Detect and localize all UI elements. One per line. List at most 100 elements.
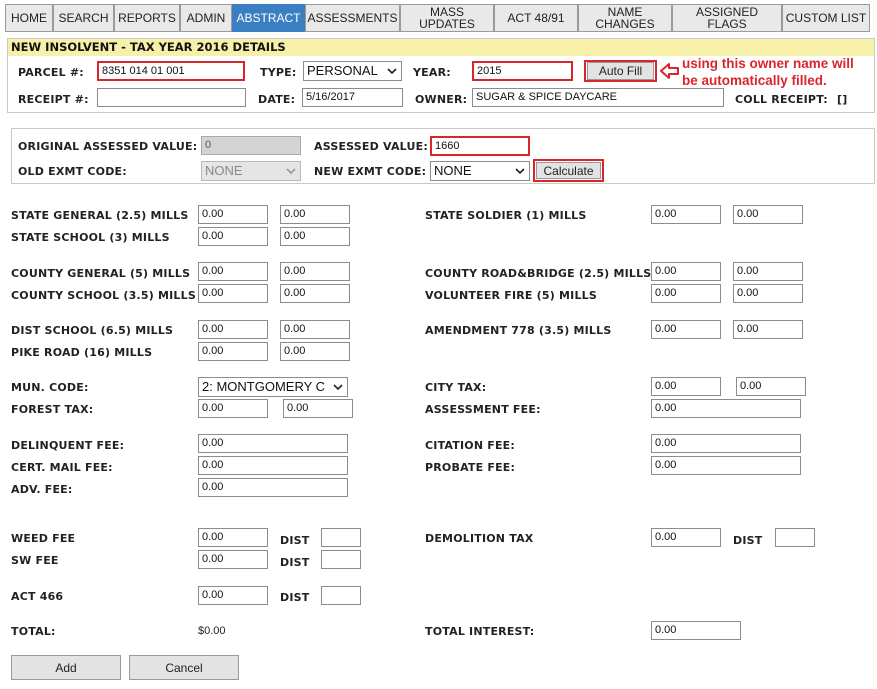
chevron-down-icon [387, 68, 397, 75]
sw-dist-input[interactable] [321, 550, 361, 569]
state-school-input-2[interactable]: 0.00 [280, 227, 350, 246]
county-road-input-2[interactable]: 0.00 [733, 262, 803, 281]
state-school-label: STATE SCHOOL (3) MILLS [11, 231, 170, 244]
cancel-button[interactable]: Cancel [129, 655, 239, 680]
original-assessed-input[interactable]: 0 [201, 136, 301, 155]
parcel-input[interactable]: 8351 014 01 001 [97, 61, 245, 81]
mun-code-select[interactable]: 2: MONTGOMERY C [198, 377, 348, 397]
forest-tax-input-1[interactable]: 0.00 [198, 399, 268, 418]
dist-school-label: DIST SCHOOL (6.5) MILLS [11, 324, 174, 337]
owner-input[interactable]: SUGAR & SPICE DAYCARE [472, 88, 724, 107]
adv-fee-input[interactable]: 0.00 [198, 478, 348, 497]
coll-receipt-label: COLL RECEIPT: [735, 93, 828, 106]
type-select[interactable]: PERSONAL [303, 61, 402, 81]
assessment-fee-input[interactable]: 0.00 [651, 399, 801, 418]
dist-school-input-2[interactable]: 0.00 [280, 320, 350, 339]
volunteer-fire-input-1[interactable]: 0.00 [651, 284, 721, 303]
delinquent-fee-label: DELINQUENT FEE: [11, 439, 125, 452]
weed-fee-label: WEED FEE [11, 532, 76, 545]
arrow-left-icon [660, 63, 679, 79]
total-interest-input[interactable]: 0.00 [651, 621, 741, 640]
total-value: $0.00 [198, 625, 226, 637]
annotation-line-1: using this owner name will [682, 56, 854, 71]
county-road-input-1[interactable]: 0.00 [651, 262, 721, 281]
top-nav: HOME SEARCH REPORTS ADMIN ABSTRACT ASSES… [0, 0, 877, 33]
receipt-label: RECEIPT #: [18, 93, 89, 106]
new-exmt-select[interactable]: NONE [430, 161, 530, 181]
tab-abstract[interactable]: ABSTRACT [232, 4, 305, 32]
state-school-input-1[interactable]: 0.00 [198, 227, 268, 246]
autofill-button[interactable]: Auto Fill [587, 62, 654, 80]
weed-fee-input[interactable]: 0.00 [198, 528, 268, 547]
city-tax-input-2[interactable]: 0.00 [736, 377, 806, 396]
assessed-value-input[interactable]: 1660 [430, 136, 530, 156]
tab-mass-updates[interactable]: MASS UPDATES [400, 4, 494, 32]
act-466-dist-input[interactable] [321, 586, 361, 605]
calculate-button[interactable]: Calculate [536, 162, 601, 179]
state-soldier-input-1[interactable]: 0.00 [651, 205, 721, 224]
amendment-input-1[interactable]: 0.00 [651, 320, 721, 339]
dist-school-input-1[interactable]: 0.00 [198, 320, 268, 339]
tab-assigned-flags[interactable]: ASSIGNED FLAGS [672, 4, 782, 32]
demolition-dist-label: DIST [733, 534, 763, 547]
type-select-value: PERSONAL [307, 63, 378, 78]
pike-road-input-1[interactable]: 0.00 [198, 342, 268, 361]
county-general-input-2[interactable]: 0.00 [280, 262, 350, 281]
total-label: TOTAL: [11, 625, 56, 638]
state-soldier-label: STATE SOLDIER (1) MILLS [425, 209, 587, 222]
act-466-input[interactable]: 0.00 [198, 586, 268, 605]
owner-label: OWNER: [415, 93, 468, 106]
details-header: NEW INSOLVENT - TAX YEAR 2016 DETAILS [8, 39, 874, 56]
weed-dist-input[interactable] [321, 528, 361, 547]
tab-reports[interactable]: REPORTS [114, 4, 180, 32]
forest-tax-input-2[interactable]: 0.00 [283, 399, 353, 418]
old-exmt-label: OLD EXMT CODE: [18, 165, 127, 178]
cert-mail-fee-input[interactable]: 0.00 [198, 456, 348, 475]
tab-name-changes[interactable]: NAME CHANGES [578, 4, 672, 32]
pike-road-input-2[interactable]: 0.00 [280, 342, 350, 361]
chevron-down-icon [333, 384, 343, 391]
tab-custom-list[interactable]: CUSTOM LIST [782, 4, 870, 32]
sw-dist-label: DIST [280, 556, 310, 569]
new-exmt-label: NEW EXMT CODE: [314, 165, 427, 178]
volunteer-fire-label: VOLUNTEER FIRE (5) MILLS [425, 289, 597, 302]
add-button[interactable]: Add [11, 655, 121, 680]
receipt-input[interactable] [97, 88, 246, 107]
demolition-tax-input[interactable]: 0.00 [651, 528, 721, 547]
county-school-input-2[interactable]: 0.00 [280, 284, 350, 303]
demolition-dist-input[interactable] [775, 528, 815, 547]
annotation-line-2: be automatically filled. [682, 73, 827, 88]
county-general-input-1[interactable]: 0.00 [198, 262, 268, 281]
parcel-label: PARCEL #: [18, 66, 84, 79]
state-soldier-input-2[interactable]: 0.00 [733, 205, 803, 224]
year-input[interactable]: 2015 [472, 61, 573, 81]
amendment-input-2[interactable]: 0.00 [733, 320, 803, 339]
county-school-input-1[interactable]: 0.00 [198, 284, 268, 303]
state-general-input-1[interactable]: 0.00 [198, 205, 268, 224]
citation-fee-input[interactable]: 0.00 [651, 434, 801, 453]
sw-fee-input[interactable]: 0.00 [198, 550, 268, 569]
state-general-input-2[interactable]: 0.00 [280, 205, 350, 224]
city-tax-input-1[interactable]: 0.00 [651, 377, 721, 396]
new-exmt-value: NONE [434, 163, 472, 178]
probate-fee-input[interactable]: 0.00 [651, 456, 801, 475]
delinquent-fee-input[interactable]: 0.00 [198, 434, 348, 453]
chevron-down-icon [286, 168, 296, 175]
volunteer-fire-input-2[interactable]: 0.00 [733, 284, 803, 303]
tab-home[interactable]: HOME [5, 4, 53, 32]
amendment-label: AMENDMENT 778 (3.5) MILLS [425, 324, 612, 337]
date-input[interactable]: 5/16/2017 [302, 88, 403, 107]
weed-dist-label: DIST [280, 534, 310, 547]
old-exmt-value: NONE [205, 163, 243, 178]
tab-admin[interactable]: ADMIN [180, 4, 232, 32]
tab-assessments[interactable]: ASSESSMENTS [305, 4, 400, 32]
assessed-value-label: ASSESSED VALUE: [314, 140, 428, 153]
original-assessed-label: ORIGINAL ASSESSED VALUE: [18, 140, 198, 153]
total-interest-label: TOTAL INTEREST: [425, 625, 535, 638]
old-exmt-select[interactable]: NONE [201, 161, 301, 181]
forest-tax-label: FOREST TAX: [11, 403, 94, 416]
state-general-label: STATE GENERAL (2.5) MILLS [11, 209, 189, 222]
coll-receipt-checkbox[interactable]: [] [837, 93, 847, 106]
tab-search[interactable]: SEARCH [53, 4, 114, 32]
tab-act-48-91[interactable]: ACT 48/91 [494, 4, 578, 32]
